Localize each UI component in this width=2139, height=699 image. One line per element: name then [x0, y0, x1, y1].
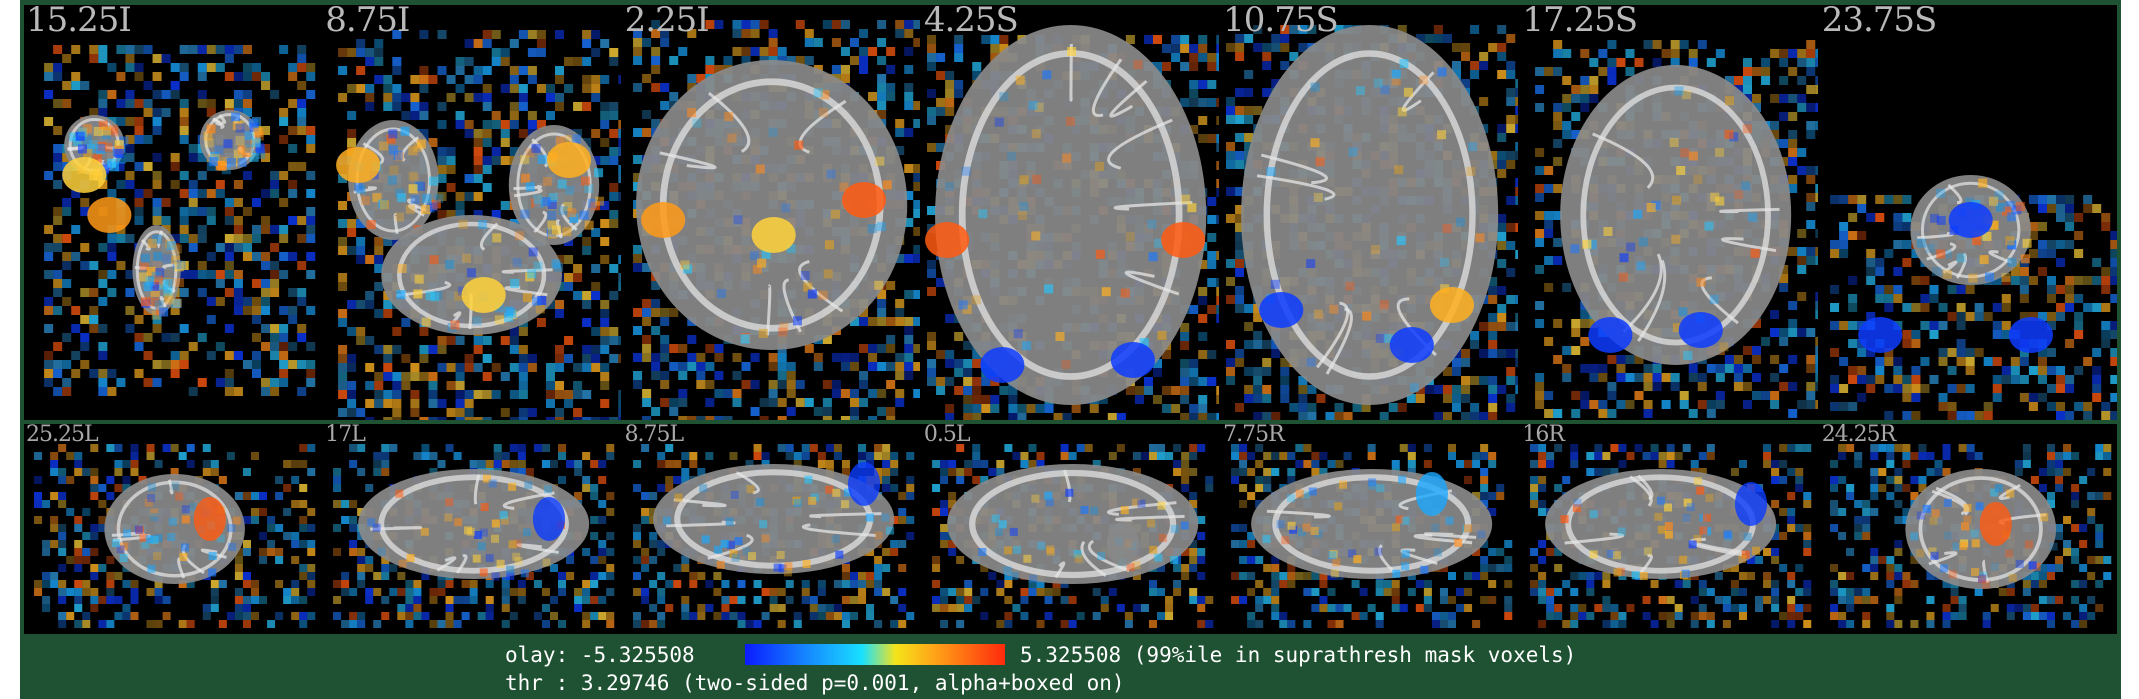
brain-slice-image: [1221, 5, 1519, 420]
brain-slice-image: [1221, 424, 1519, 634]
brain-slice-image: [323, 5, 621, 420]
brain-slice-image: [1520, 424, 1818, 634]
sagittal-panel: 0.5L: [921, 424, 1220, 634]
brain-slice-image: [921, 5, 1220, 420]
figure-frame: 15.25I 8.75I 2.25I 4.25S 10.75S 17.25S 2…: [20, 0, 2121, 699]
axial-panel: 15.25I: [24, 5, 322, 420]
sagittal-panel: 7.75R: [1221, 424, 1519, 634]
slice-label: 0.5L: [923, 424, 971, 447]
threshold-label: thr : 3.29746 (two-sided p=0.001, alpha+…: [505, 671, 1125, 695]
axial-panel: 2.25I: [622, 5, 920, 420]
slice-label: 16R: [1522, 424, 1565, 447]
slice-label: 10.75S: [1223, 5, 1339, 40]
slice-label: 24.25R: [1821, 424, 1897, 447]
slice-label: 4.25S: [923, 5, 1019, 40]
olay-max-label: 5.325508 (99%ile in suprathresh mask vox…: [1020, 643, 1577, 667]
slice-label: 8.75I: [325, 5, 410, 40]
axial-slices-row: 15.25I 8.75I 2.25I 4.25S 10.75S 17.25S 2…: [24, 5, 2117, 420]
slice-label: 23.75S: [1821, 5, 1938, 40]
axial-panel: 23.75S: [1819, 5, 2117, 420]
brain-slice-image: [1819, 424, 2117, 634]
brain-slice-image: [323, 424, 621, 634]
brain-slice-image: [622, 424, 920, 634]
axial-panel: 17.25S: [1520, 5, 1818, 420]
slice-label: 8.75L: [624, 424, 685, 447]
sagittal-panel: 17L: [323, 424, 621, 634]
brain-slice-image: [622, 5, 920, 420]
axial-panel: 8.75I: [323, 5, 621, 420]
slice-label: 2.25I: [624, 5, 710, 40]
brain-slice-image: [24, 5, 322, 420]
axial-panel: 4.25S: [921, 5, 1220, 420]
axial-panel: 10.75S: [1221, 5, 1519, 420]
colorbar: [745, 644, 1005, 665]
brain-slice-image: [24, 424, 322, 634]
slice-label: 25.25L: [26, 424, 99, 447]
slice-label: 15.25I: [26, 5, 132, 40]
sagittal-slices-row: 25.25L 17L 8.75L 0.5L 7.75R 16R 24.25R: [24, 424, 2117, 634]
olay-label: olay: -5.325508: [505, 643, 695, 667]
slice-label: 17.25S: [1522, 5, 1638, 40]
slice-label: 7.75R: [1223, 424, 1285, 447]
brain-slice-image: [1819, 5, 2117, 420]
sagittal-panel: 8.75L: [622, 424, 920, 634]
colorbar-legend: olay: -5.325508 5.325508 (99%ile in supr…: [20, 636, 2121, 699]
sagittal-panel: 16R: [1520, 424, 1818, 634]
sagittal-panel: 25.25L: [24, 424, 322, 634]
brain-slice-image: [1520, 5, 1818, 420]
sagittal-panel: 24.25R: [1819, 424, 2117, 634]
brain-slice-image: [921, 424, 1220, 634]
slice-label: 17L: [325, 424, 366, 447]
